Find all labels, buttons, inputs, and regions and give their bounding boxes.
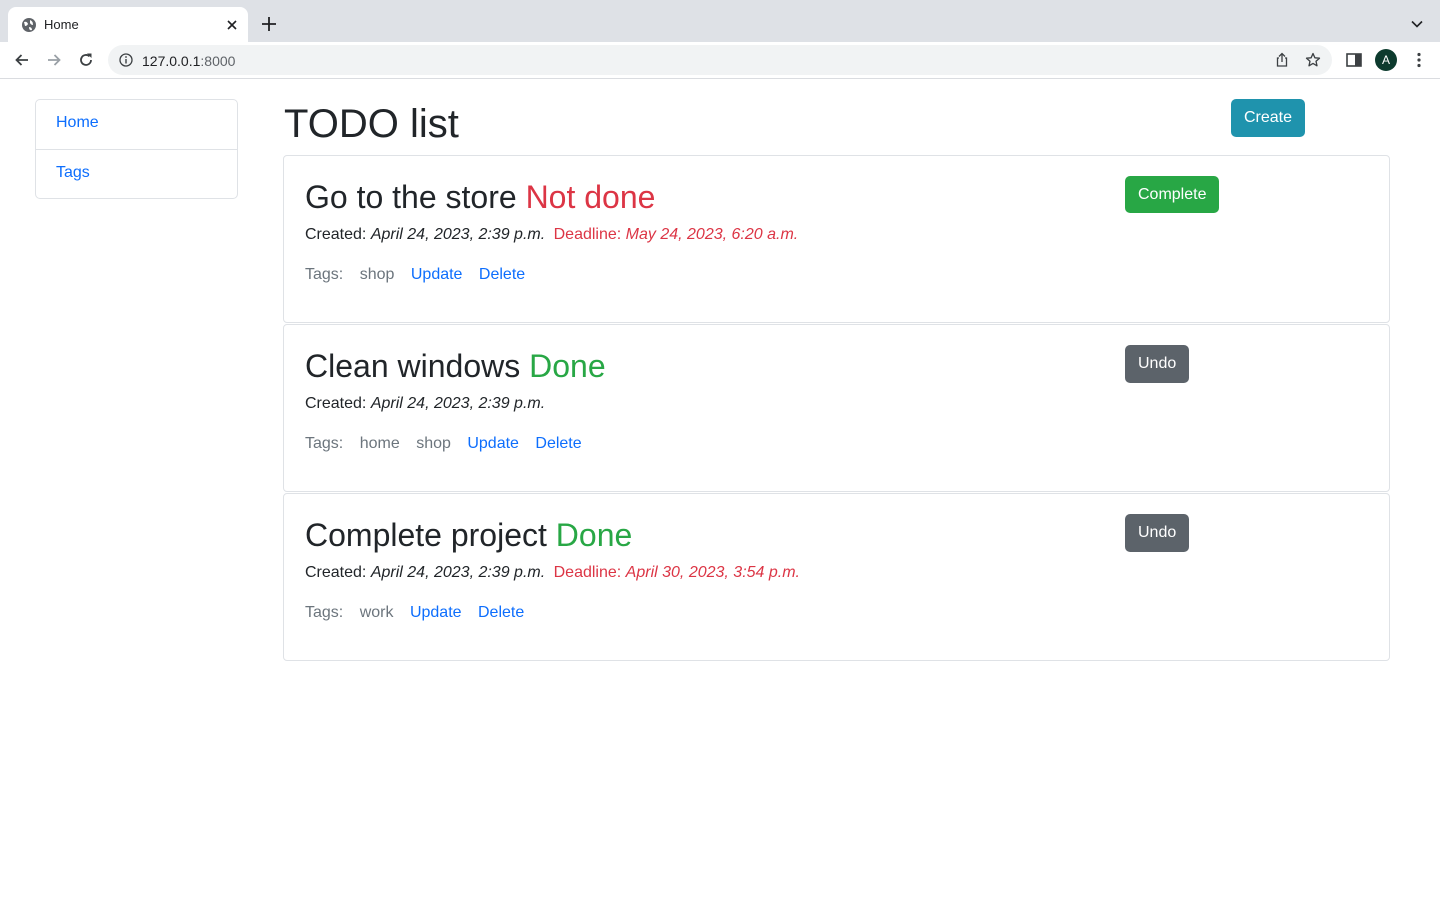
- todo-tags: Tags: shop Update Delete: [305, 265, 537, 285]
- deadline-value: April 30, 2023, 3:54 p.m.: [625, 564, 800, 581]
- deadline: Deadline: May 24, 2023, 6:20 a.m.: [554, 226, 799, 243]
- tags-label: Tags:: [305, 266, 344, 283]
- todo-tags: Tags: home shop Update Delete: [305, 434, 594, 454]
- delete-link[interactable]: Delete: [479, 266, 525, 283]
- todo-title: Go to the store: [305, 179, 517, 215]
- todo-dates: Created: April 24, 2023, 2:39 p.m.: [305, 394, 545, 414]
- profile-avatar[interactable]: A: [1375, 49, 1397, 71]
- url-text: 127.0.0.1:8000: [142, 53, 235, 69]
- address-bar[interactable]: 127.0.0.1:8000: [108, 45, 1332, 75]
- tag: home: [359, 435, 400, 452]
- undo-button[interactable]: Undo: [1125, 345, 1190, 383]
- update-link[interactable]: Update: [410, 604, 462, 621]
- tag: shop: [359, 266, 395, 283]
- info-icon[interactable]: [119, 53, 133, 67]
- share-icon[interactable]: [1274, 52, 1290, 68]
- sidebar-nav: Home Tags: [35, 99, 238, 199]
- complete-button[interactable]: Complete: [1125, 176, 1220, 213]
- page-title: TODO list: [284, 102, 459, 146]
- create-button[interactable]: Create: [1231, 99, 1305, 137]
- created-label: Created:: [305, 395, 367, 412]
- tags-label: Tags:: [305, 435, 344, 452]
- todo-dates: Created: April 24, 2023, 2:39 p.m. Deadl…: [305, 225, 798, 245]
- chevron-down-icon[interactable]: [1410, 17, 1424, 31]
- forward-icon[interactable]: [45, 51, 63, 69]
- bookmark-star-icon[interactable]: [1305, 52, 1321, 68]
- todo-card: Go to the store Not done Created: April …: [283, 155, 1390, 323]
- deadline: Deadline: April 30, 2023, 3:54 p.m.: [554, 564, 800, 581]
- more-vert-icon[interactable]: [1410, 51, 1428, 69]
- sidebar-item-home[interactable]: Home: [36, 100, 237, 149]
- close-tab-icon[interactable]: [225, 18, 239, 32]
- todo-list: Go to the store Not done Created: April …: [283, 155, 1390, 661]
- todo-title: Clean windows: [305, 348, 521, 384]
- deadline-label: Deadline:: [553, 226, 622, 243]
- todo-heading: Clean windows Done: [305, 347, 606, 385]
- todo-tags: Tags: work Update Delete: [305, 603, 536, 623]
- created-value: April 24, 2023, 2:39 p.m.: [370, 395, 546, 412]
- created-label: Created:: [305, 564, 367, 581]
- created-value: April 24, 2023, 2:39 p.m.: [370, 226, 546, 243]
- tag: shop: [416, 435, 451, 452]
- tab-title: Home: [44, 17, 79, 32]
- created-value: April 24, 2023, 2:39 p.m.: [370, 564, 546, 581]
- todo-heading: Complete project Done: [305, 516, 632, 554]
- delete-link[interactable]: Delete: [535, 435, 581, 452]
- tags-label: Tags:: [305, 604, 344, 621]
- tag: work: [359, 604, 394, 621]
- url-port: :8000: [200, 53, 236, 69]
- deadline-value: May 24, 2023, 6:20 a.m.: [625, 226, 799, 243]
- todo-status: Done: [555, 517, 633, 553]
- tab-strip: Home: [0, 0, 1440, 42]
- reload-icon[interactable]: [77, 51, 95, 69]
- update-link[interactable]: Update: [467, 435, 519, 452]
- globe-icon: [22, 18, 36, 32]
- todo-card: Clean windows Done Created: April 24, 20…: [283, 324, 1390, 492]
- undo-button[interactable]: Undo: [1125, 514, 1190, 552]
- todo-card: Complete project Done Created: April 24,…: [283, 493, 1390, 661]
- todo-dates: Created: April 24, 2023, 2:39 p.m. Deadl…: [305, 563, 800, 583]
- todo-heading: Go to the store Not done: [305, 178, 655, 216]
- new-tab-icon[interactable]: [260, 15, 278, 33]
- browser-toolbar: 127.0.0.1:8000 A: [0, 42, 1440, 79]
- delete-link[interactable]: Delete: [478, 604, 524, 621]
- sidebar-item-tags[interactable]: Tags: [36, 149, 237, 198]
- todo-status: Not done: [525, 179, 656, 215]
- browser-tab-home[interactable]: Home: [8, 7, 248, 42]
- created-label: Created:: [305, 226, 367, 243]
- todo-title: Complete project: [305, 517, 547, 553]
- side-panel-icon[interactable]: [1345, 51, 1363, 69]
- todo-status: Done: [529, 348, 606, 384]
- back-icon[interactable]: [13, 51, 31, 69]
- url-host: 127.0.0.1: [142, 53, 201, 69]
- deadline-label: Deadline:: [553, 564, 622, 581]
- update-link[interactable]: Update: [411, 266, 463, 283]
